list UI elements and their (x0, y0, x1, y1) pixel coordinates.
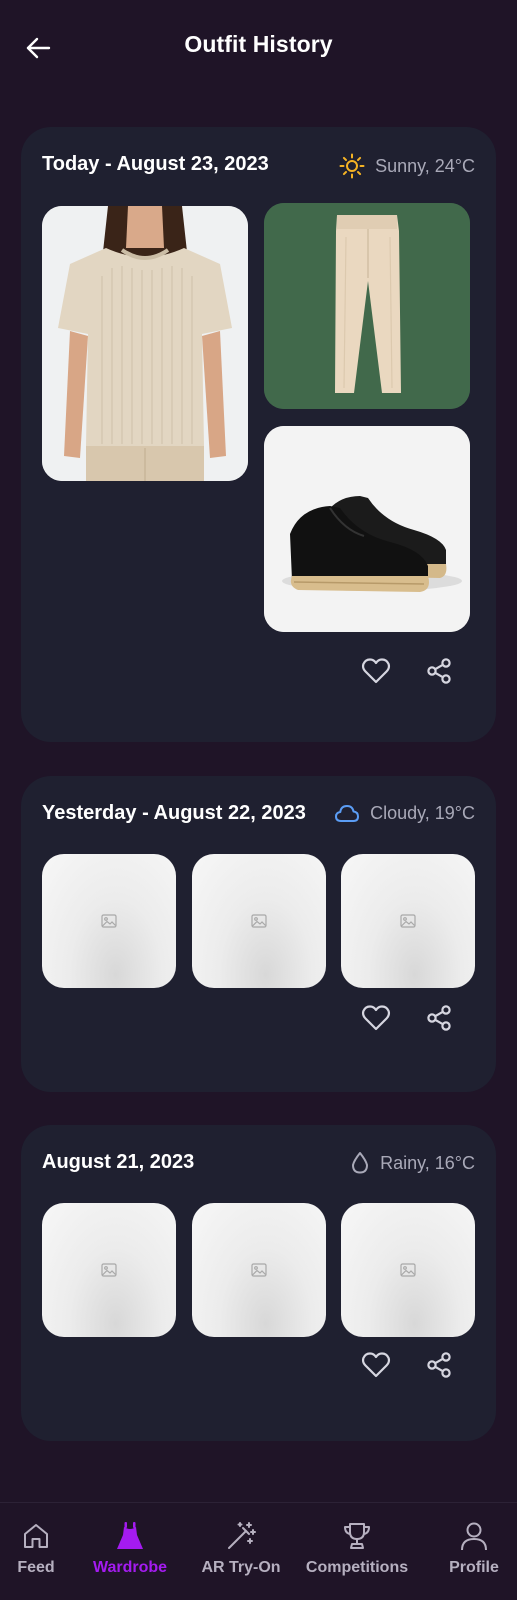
weather-label: Cloudy, 19°C (370, 802, 475, 823)
outfit-item-placeholder[interactable] (42, 1203, 176, 1337)
favorite-button[interactable] (354, 649, 398, 693)
droplet-icon (350, 1151, 370, 1175)
nav-label: AR Try-On (201, 1559, 281, 1576)
nav-item-feed[interactable]: Feed (0, 1503, 72, 1600)
image-placeholder-icon (251, 1263, 267, 1277)
pants-photo[interactable] (264, 203, 470, 409)
image-placeholder-icon (400, 1263, 416, 1277)
cloud-icon (334, 802, 360, 824)
image-placeholder-icon (101, 1263, 117, 1277)
weather-label: Rainy, 16°C (380, 1152, 475, 1173)
outfit-date: August 21, 2023 (42, 1151, 195, 1173)
heart-icon (361, 1005, 391, 1031)
outfit-card-august-21[interactable]: August 21, 2023 Rainy, 16°C (21, 1125, 496, 1441)
nav-label: Profile (449, 1559, 499, 1576)
weather-info: Sunny, 24°C (339, 153, 475, 179)
weather-info: Cloudy, 19°C (334, 802, 475, 824)
weather-label: Sunny, 24°C (375, 155, 475, 176)
nav-item-competitions[interactable]: Competitions (302, 1503, 412, 1600)
share-icon (427, 1352, 451, 1378)
shoes-photo[interactable] (264, 426, 470, 632)
share-icon (427, 658, 451, 684)
nav-item-ar-try-on[interactable]: AR Try-On (193, 1503, 289, 1600)
sweater-photo[interactable] (42, 206, 248, 481)
trophy-icon (342, 1519, 372, 1553)
home-icon (22, 1519, 50, 1553)
heart-icon (361, 1352, 391, 1378)
nav-label: Feed (17, 1559, 55, 1576)
user-icon (460, 1519, 488, 1553)
weather-info: Rainy, 16°C (350, 1151, 475, 1175)
page-title: Outfit History (184, 31, 333, 57)
share-button[interactable] (417, 1343, 461, 1387)
outfit-item-placeholder[interactable] (341, 854, 475, 988)
nav-item-wardrobe[interactable]: Wardrobe (82, 1503, 178, 1600)
outfit-date: Today - August 23, 2023 (42, 153, 269, 175)
nav-label: Wardrobe (92, 1559, 168, 1576)
dress-icon (116, 1519, 144, 1553)
heart-icon (361, 658, 391, 684)
image-placeholder-icon (251, 914, 267, 928)
sun-icon (339, 153, 365, 179)
outfit-item-placeholder[interactable] (192, 854, 326, 988)
outfit-item-placeholder[interactable] (341, 1203, 475, 1337)
image-placeholder-icon (400, 914, 416, 928)
outfit-item-placeholder[interactable] (192, 1203, 326, 1337)
image-placeholder-icon (101, 914, 117, 928)
share-button[interactable] (417, 649, 461, 693)
nav-item-profile[interactable]: Profile (436, 1503, 512, 1600)
nav-label: Competitions (305, 1559, 409, 1576)
outfit-date: Yesterday - August 22, 2023 (42, 802, 306, 824)
outfit-item-placeholder[interactable] (42, 854, 176, 988)
favorite-button[interactable] (354, 1343, 398, 1387)
share-button[interactable] (417, 996, 461, 1040)
outfit-card-yesterday[interactable]: Yesterday - August 22, 2023 Cloudy, 19°C (21, 776, 496, 1092)
magic-wand-icon (226, 1519, 256, 1553)
favorite-button[interactable] (354, 996, 398, 1040)
share-icon (427, 1005, 451, 1031)
outfit-card-today[interactable]: Today - August 23, 2023 Sunny, 24°C (21, 127, 496, 742)
app-bar: Outfit History (0, 0, 517, 96)
bottom-nav: Feed Wardrobe AR Try-On Competitions Pro… (0, 1502, 517, 1600)
